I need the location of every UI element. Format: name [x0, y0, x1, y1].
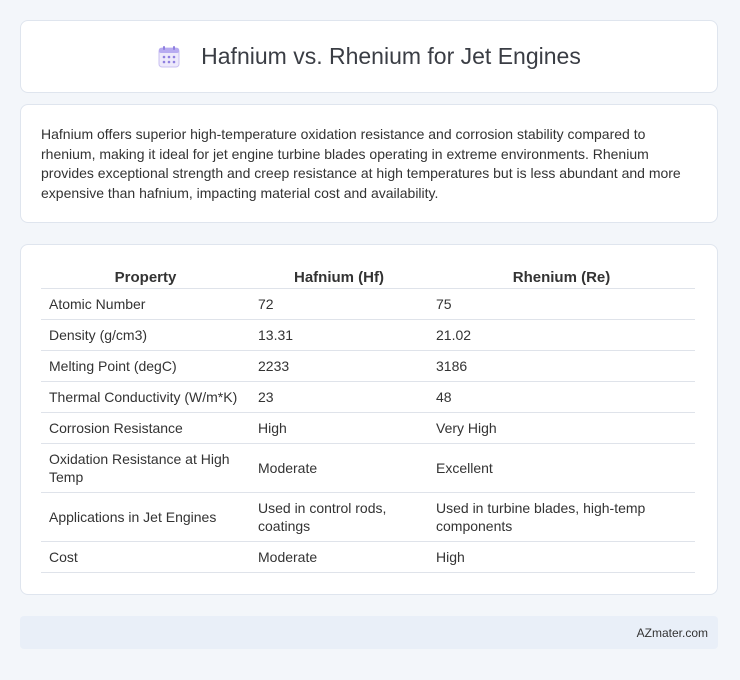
table-row: Oxidation Resistance at High Temp Modera… — [41, 443, 695, 493]
cell-hafnium: 2233 — [250, 350, 428, 382]
intro-paragraph: Hafnium offers superior high-temperature… — [41, 126, 681, 201]
cell-property: Melting Point (degC) — [41, 350, 250, 382]
cell-property: Atomic Number — [41, 288, 250, 320]
cell-property: Oxidation Resistance at High Temp — [41, 443, 250, 493]
cell-rhenium: Excellent — [428, 443, 695, 493]
cell-property: Applications in Jet Engines — [41, 492, 250, 542]
cell-hafnium: 72 — [250, 288, 428, 320]
cell-rhenium: High — [428, 541, 695, 573]
cell-hafnium: High — [250, 412, 428, 444]
title-wrap: Hafnium vs. Rhenium for Jet Engines — [157, 43, 581, 70]
cell-rhenium: 21.02 — [428, 319, 695, 351]
cell-hafnium: Used in control rods, coatings — [250, 492, 428, 542]
cell-hafnium: Moderate — [250, 443, 428, 493]
table-row: Melting Point (degC) 2233 3186 — [41, 350, 695, 382]
page-title: Hafnium vs. Rhenium for Jet Engines — [201, 43, 581, 69]
header-property: Property — [41, 263, 250, 289]
cell-hafnium: 13.31 — [250, 319, 428, 351]
title-card: Hafnium vs. Rhenium for Jet Engines — [20, 20, 718, 93]
cell-property: Density (g/cm3) — [41, 319, 250, 351]
cell-property: Cost — [41, 541, 250, 573]
footer-site-link[interactable]: AZmater.com — [637, 626, 708, 640]
table-row: Applications in Jet Engines Used in cont… — [41, 492, 695, 542]
cell-rhenium: 75 — [428, 288, 695, 320]
cell-property: Corrosion Resistance — [41, 412, 250, 444]
table-row: Corrosion Resistance High Very High — [41, 412, 695, 444]
cell-rhenium: Used in turbine blades, high-temp compon… — [428, 492, 695, 542]
cell-rhenium: 3186 — [428, 350, 695, 382]
table-row: Atomic Number 72 75 — [41, 288, 695, 320]
table-row: Thermal Conductivity (W/m*K) 23 48 — [41, 381, 695, 413]
table-row: Cost Moderate High — [41, 541, 695, 573]
cell-hafnium: 23 — [250, 381, 428, 413]
cell-property: Thermal Conductivity (W/m*K) — [41, 381, 250, 413]
header-rhenium: Rhenium (Re) — [428, 263, 695, 289]
cell-hafnium: Moderate — [250, 541, 428, 573]
header-hafnium: Hafnium (Hf) — [250, 263, 428, 289]
footer-bar: AZmater.com — [20, 616, 718, 649]
cell-rhenium: 48 — [428, 381, 695, 413]
comparison-table: Property Hafnium (Hf) Rhenium (Re) Atomi… — [41, 263, 695, 573]
intro-card: Hafnium offers superior high-temperature… — [20, 104, 718, 223]
table-header-row: Property Hafnium (Hf) Rhenium (Re) — [41, 263, 695, 289]
comparison-table-card: Property Hafnium (Hf) Rhenium (Re) Atomi… — [20, 244, 718, 595]
table-row: Density (g/cm3) 13.31 21.02 — [41, 319, 695, 351]
calendar-icon — [157, 45, 181, 69]
cell-rhenium: Very High — [428, 412, 695, 444]
